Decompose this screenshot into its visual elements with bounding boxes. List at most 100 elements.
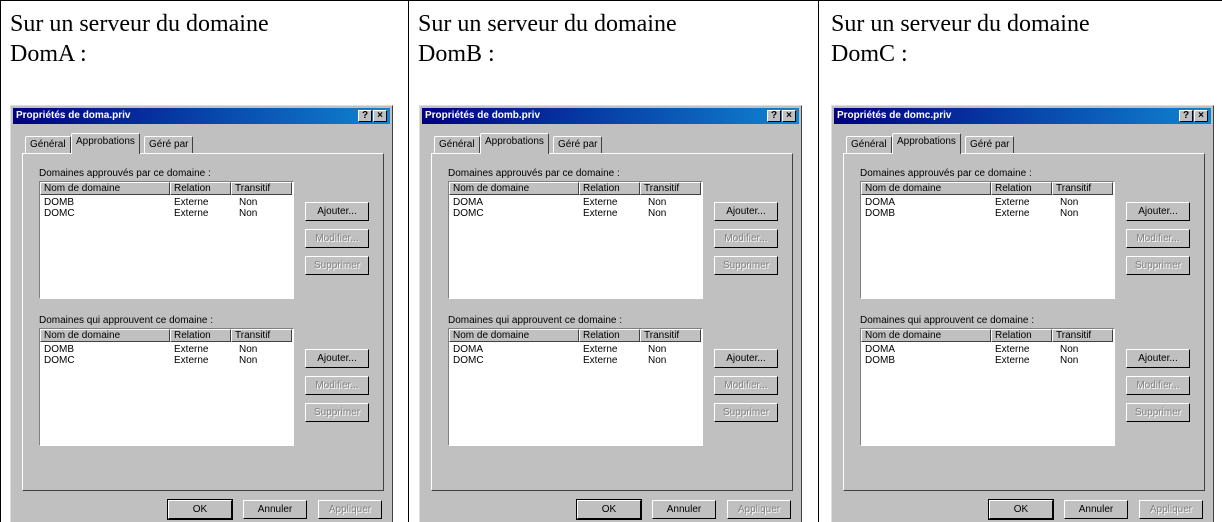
dialog-titlebar[interactable]: Propriétés de domc.priv ? × bbox=[834, 108, 1211, 124]
column-header-relation[interactable]: Relation bbox=[991, 329, 1052, 342]
cancel-button[interactable]: Annuler bbox=[1064, 500, 1128, 519]
tab-approbations[interactable]: Approbations bbox=[480, 133, 549, 154]
ok-button[interactable]: OK bbox=[167, 499, 233, 520]
tab-gere-par[interactable]: Géré par bbox=[144, 136, 194, 153]
help-button[interactable]: ? bbox=[1179, 110, 1193, 122]
modify-approving-button[interactable]: Modifier... bbox=[305, 376, 369, 395]
tab-gere-par[interactable]: Géré par bbox=[965, 136, 1015, 153]
transitive-cell: Non bbox=[648, 344, 667, 355]
list-row[interactable]: DOMA Externe Non bbox=[861, 344, 1114, 355]
list-row[interactable]: DOMA Externe Non bbox=[861, 197, 1114, 208]
list-row[interactable]: DOMA Externe Non bbox=[449, 344, 702, 355]
approved-domains-list[interactable]: Nom de domaine Relation Transitif DOMB E… bbox=[39, 181, 294, 299]
dialog-titlebar[interactable]: Propriétés de doma.priv ? × bbox=[13, 108, 390, 124]
apply-button[interactable]: Appliquer bbox=[727, 500, 791, 519]
close-button[interactable]: × bbox=[373, 110, 387, 122]
modify-approved-button[interactable]: Modifier... bbox=[305, 229, 369, 248]
relation-cell: Externe bbox=[174, 355, 209, 366]
column-header-transitive[interactable]: Transitif bbox=[640, 182, 701, 195]
delete-approving-button[interactable]: Supprimer bbox=[1126, 403, 1190, 422]
approving-domains-list[interactable]: Nom de domaine Relation Transitif DOMA E… bbox=[448, 328, 703, 446]
column-header-domain-name[interactable]: Nom de domaine bbox=[40, 182, 170, 195]
approved-domains-list[interactable]: Nom de domaine Relation Transitif DOMA E… bbox=[448, 181, 703, 299]
relation-cell: Externe bbox=[995, 344, 1030, 355]
relation-cell: Externe bbox=[583, 197, 618, 208]
column-header-relation[interactable]: Relation bbox=[170, 329, 231, 342]
add-approved-button[interactable]: Ajouter... bbox=[1126, 202, 1190, 221]
modify-approving-button[interactable]: Modifier... bbox=[1126, 376, 1190, 395]
tab-general[interactable]: Général bbox=[25, 136, 71, 153]
modify-approved-button[interactable]: Modifier... bbox=[714, 229, 778, 248]
transitive-cell: Non bbox=[239, 197, 258, 208]
column-header-domain-name[interactable]: Nom de domaine bbox=[40, 329, 170, 342]
relation-cell: Externe bbox=[995, 208, 1030, 219]
domain-name-cell: DOMA bbox=[453, 197, 483, 208]
ok-button[interactable]: OK bbox=[988, 499, 1054, 520]
transitive-cell: Non bbox=[239, 344, 258, 355]
column-header-domain-name[interactable]: Nom de domaine bbox=[861, 329, 991, 342]
column-header-domain-name[interactable]: Nom de domaine bbox=[449, 329, 579, 342]
dialog-titlebar[interactable]: Propriétés de domb.priv ? × bbox=[422, 108, 799, 124]
list-row[interactable]: DOMB Externe Non bbox=[861, 208, 1114, 219]
list-row[interactable]: DOMC Externe Non bbox=[449, 355, 702, 366]
delete-approved-button[interactable]: Supprimer bbox=[305, 256, 369, 275]
list-row[interactable]: DOMB Externe Non bbox=[40, 344, 293, 355]
close-button[interactable]: × bbox=[782, 110, 796, 122]
approved-domains-list[interactable]: Nom de domaine Relation Transitif DOMA E… bbox=[860, 181, 1115, 299]
column-header-domain-name[interactable]: Nom de domaine bbox=[449, 182, 579, 195]
tab-general[interactable]: Général bbox=[846, 136, 892, 153]
column-header-transitive[interactable]: Transitif bbox=[1052, 182, 1113, 195]
approving-domains-list[interactable]: Nom de domaine Relation Transitif DOMA E… bbox=[860, 328, 1115, 446]
column-header-relation[interactable]: Relation bbox=[579, 329, 640, 342]
approving-domains-label: Domaines qui approuvent ce domaine : bbox=[860, 315, 1034, 326]
properties-dialog: Propriétés de doma.priv ? × Général Appr… bbox=[10, 105, 393, 522]
approving-domains-list[interactable]: Nom de domaine Relation Transitif DOMB E… bbox=[39, 328, 294, 446]
modify-approved-button[interactable]: Modifier... bbox=[1126, 229, 1190, 248]
add-approving-button[interactable]: Ajouter... bbox=[305, 349, 369, 368]
cancel-button[interactable]: Annuler bbox=[243, 500, 307, 519]
approving-domains-label: Domaines qui approuvent ce domaine : bbox=[448, 315, 622, 326]
modify-approving-button[interactable]: Modifier... bbox=[714, 376, 778, 395]
list-row[interactable]: DOMC Externe Non bbox=[449, 208, 702, 219]
add-approved-button[interactable]: Ajouter... bbox=[305, 202, 369, 221]
help-button[interactable]: ? bbox=[767, 110, 781, 122]
list-row[interactable]: DOMC Externe Non bbox=[40, 355, 293, 366]
dialog-title: Propriétés de domc.priv bbox=[837, 110, 952, 121]
apply-button[interactable]: Appliquer bbox=[1139, 500, 1203, 519]
relation-cell: Externe bbox=[995, 197, 1030, 208]
domain-column-domb: Sur un serveur du domaine DomB : Proprié… bbox=[409, 1, 819, 522]
list-row[interactable]: DOMB Externe Non bbox=[861, 355, 1114, 366]
tab-general[interactable]: Général bbox=[434, 136, 480, 153]
delete-approved-button[interactable]: Supprimer bbox=[1126, 256, 1190, 275]
tab-gere-par[interactable]: Géré par bbox=[553, 136, 603, 153]
help-button[interactable]: ? bbox=[358, 110, 372, 122]
column-header-transitive[interactable]: Transitif bbox=[231, 182, 292, 195]
relation-cell: Externe bbox=[995, 355, 1030, 366]
relation-cell: Externe bbox=[174, 208, 209, 219]
ok-button[interactable]: OK bbox=[576, 499, 642, 520]
cancel-button[interactable]: Annuler bbox=[652, 500, 716, 519]
list-row[interactable]: DOMB Externe Non bbox=[40, 197, 293, 208]
apply-button[interactable]: Appliquer bbox=[318, 500, 382, 519]
add-approving-button[interactable]: Ajouter... bbox=[1126, 349, 1190, 368]
add-approving-button[interactable]: Ajouter... bbox=[714, 349, 778, 368]
close-button[interactable]: × bbox=[1194, 110, 1208, 122]
list-row[interactable]: DOMA Externe Non bbox=[449, 197, 702, 208]
delete-approving-button[interactable]: Supprimer bbox=[305, 403, 369, 422]
column-header-domain-name[interactable]: Nom de domaine bbox=[861, 182, 991, 195]
approved-domains-label: Domaines approuvés par ce domaine : bbox=[448, 168, 620, 179]
column-header-relation[interactable]: Relation bbox=[579, 182, 640, 195]
delete-approving-button[interactable]: Supprimer bbox=[714, 403, 778, 422]
domain-name-cell: DOMB bbox=[44, 197, 74, 208]
add-approved-button[interactable]: Ajouter... bbox=[714, 202, 778, 221]
column-header-relation[interactable]: Relation bbox=[170, 182, 231, 195]
delete-approved-button[interactable]: Supprimer bbox=[714, 256, 778, 275]
column-header-relation[interactable]: Relation bbox=[991, 182, 1052, 195]
tab-approbations[interactable]: Approbations bbox=[892, 133, 961, 154]
tab-approbations[interactable]: Approbations bbox=[71, 133, 140, 154]
column-header-transitive[interactable]: Transitif bbox=[1052, 329, 1113, 342]
column-header-transitive[interactable]: Transitif bbox=[231, 329, 292, 342]
list-row[interactable]: DOMC Externe Non bbox=[40, 208, 293, 219]
column-header-transitive[interactable]: Transitif bbox=[640, 329, 701, 342]
domain-column-doma: Sur un serveur du domaine DomA : Proprié… bbox=[1, 1, 409, 522]
